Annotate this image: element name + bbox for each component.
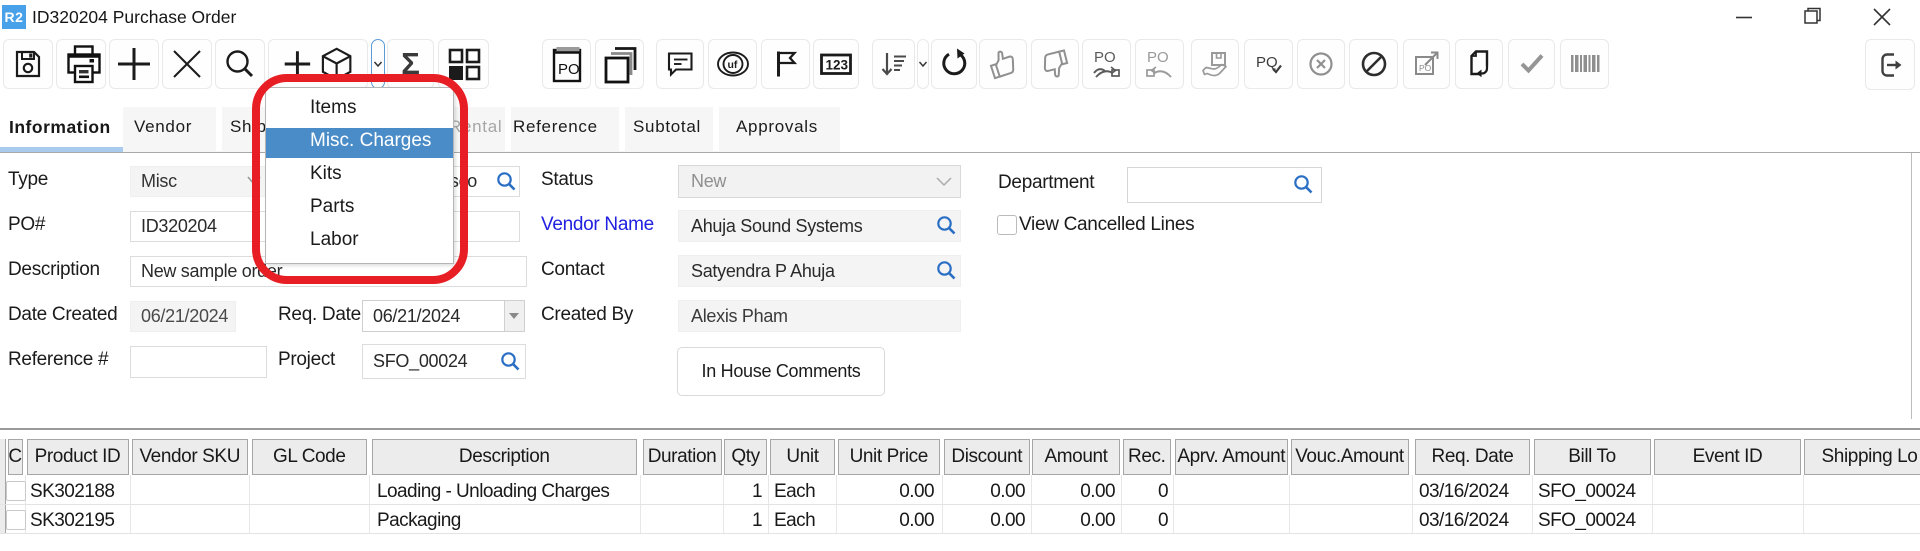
svg-text:123: 123 [826,58,849,73]
svg-text:PO: PO [558,61,580,78]
svg-text:PO: PO [1147,49,1169,66]
svg-text:PO: PO [1094,49,1116,66]
svg-text:uf: uf [727,59,737,71]
svg-text:PQ: PQ [1256,54,1278,71]
